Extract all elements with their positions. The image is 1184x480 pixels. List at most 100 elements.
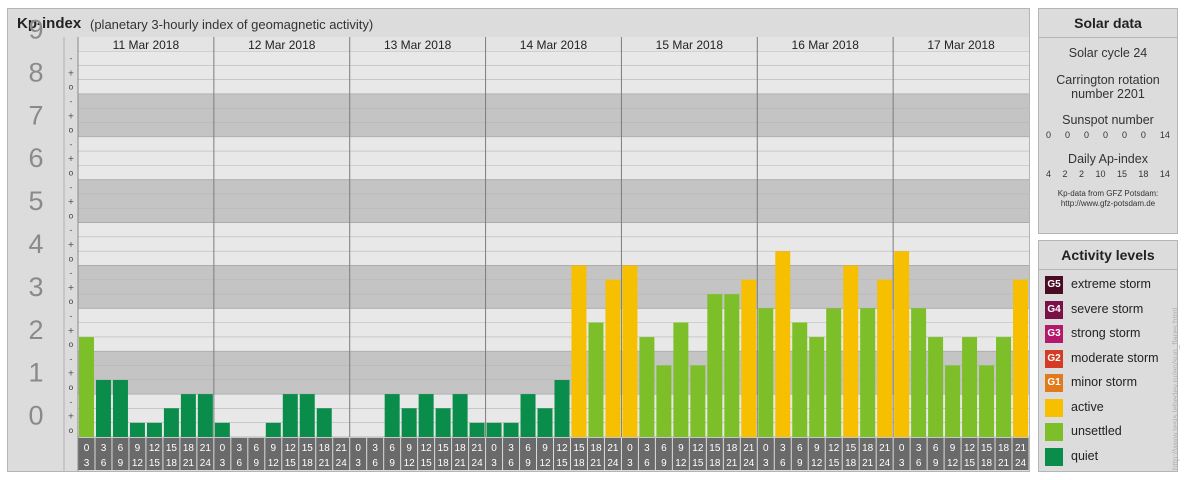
legend-label: quiet	[1071, 448, 1099, 463]
legend-label: active	[1071, 399, 1104, 414]
hour-start-label: 3	[101, 443, 107, 454]
sunspot-value: 14	[1159, 130, 1170, 140]
kp-bar	[163, 408, 179, 437]
y-minor-tick: o	[69, 83, 74, 92]
legend-label: severe storm	[1071, 301, 1144, 316]
hour-end-label: 3	[627, 458, 633, 469]
kp-bar	[503, 422, 519, 437]
kp-bar	[384, 394, 400, 437]
y-tick-label: 3	[28, 272, 43, 302]
y-tick-label: 0	[28, 401, 43, 431]
kp-bar	[894, 251, 910, 437]
hour-start-label: 18	[590, 443, 602, 454]
hour-start-label: 12	[964, 443, 976, 454]
ap-value: 2	[1062, 169, 1068, 179]
hour-start-label: 15	[573, 443, 585, 454]
ap-value: 2	[1078, 169, 1084, 179]
kp-bar	[452, 394, 468, 437]
sunspot-values: 0 0 0 0 0 0 14	[1039, 130, 1177, 140]
kp-bar	[843, 265, 859, 437]
hour-start-label: 21	[607, 443, 619, 454]
legend-swatch: G2	[1045, 349, 1063, 368]
hour-end-label: 3	[491, 458, 497, 469]
date-label: 15 Mar 2018	[656, 38, 724, 52]
hour-start-label: 0	[220, 443, 226, 454]
hour-end-label: 18	[981, 458, 993, 469]
kp-bar	[401, 408, 417, 437]
date-label: 16 Mar 2018	[792, 38, 860, 52]
hour-start-label: 3	[372, 443, 378, 454]
hour-end-label: 24	[336, 458, 348, 469]
hour-start-label: 21	[472, 443, 484, 454]
kp-bar	[928, 337, 944, 437]
y-tick-label: 5	[28, 186, 43, 216]
hour-end-label: 9	[118, 458, 124, 469]
sunspot-title: Sunspot number	[1062, 113, 1154, 127]
legend-label: moderate storm	[1071, 350, 1159, 365]
legend-label: unsettled	[1071, 424, 1122, 438]
hour-start-label: 0	[491, 443, 497, 454]
hour-end-label: 3	[763, 458, 769, 469]
hour-end-label: 21	[319, 458, 331, 469]
y-minor-tick: -	[70, 397, 73, 406]
hour-start-label: 18	[183, 443, 195, 454]
kp-bar	[146, 422, 162, 437]
kp-bar	[996, 337, 1012, 437]
kp-bar	[945, 365, 961, 437]
hour-end-label: 6	[644, 458, 650, 469]
hour-end-label: 21	[998, 458, 1010, 469]
hour-end-label: 12	[268, 458, 280, 469]
hour-start-label: 9	[406, 443, 412, 454]
hour-start-label: 3	[780, 443, 786, 454]
kp-bar	[724, 294, 740, 437]
y-tick-label: 9	[28, 15, 43, 45]
kp-bar	[299, 394, 315, 437]
hour-start-label: 3	[644, 443, 650, 454]
kp-bar	[622, 265, 638, 437]
hour-end-label: 21	[590, 458, 602, 469]
legend-swatch	[1045, 447, 1063, 466]
y-tick-label: 1	[28, 358, 43, 388]
hour-end-label: 21	[862, 458, 874, 469]
hour-end-label: 15	[964, 458, 976, 469]
hour-start-label: 0	[355, 443, 361, 454]
hour-end-label: 9	[254, 458, 260, 469]
sunspot-value: 0	[1064, 130, 1070, 140]
hour-start-label: 18	[726, 443, 738, 454]
hour-start-label: 12	[556, 443, 568, 454]
legend-swatch	[1045, 423, 1063, 441]
solar-data-panel: Solar data Solar cycle 24 Carrington rot…	[1038, 8, 1178, 234]
y-minor-tick: o	[69, 211, 74, 220]
kp-bar	[129, 422, 145, 437]
date-label: 11 Mar 2018	[113, 38, 180, 52]
legend-swatch: G4	[1045, 300, 1063, 319]
ap-value: 10	[1095, 169, 1106, 179]
hour-end-label: 12	[947, 458, 959, 469]
y-minor-tick: -	[70, 54, 73, 63]
y-tick-label: 7	[28, 100, 43, 130]
legend-label: extreme storm	[1071, 277, 1151, 291]
kp-bar	[826, 308, 842, 437]
hour-start-label: 6	[254, 443, 260, 454]
hour-start-label: 15	[438, 443, 450, 454]
hour-start-label: 6	[797, 443, 803, 454]
y-tick-label: 8	[28, 57, 43, 87]
kp-bar	[316, 408, 332, 437]
date-label: 14 Mar 2018	[520, 38, 588, 52]
date-label: 13 Mar 2018	[384, 38, 452, 52]
hour-end-label: 24	[472, 458, 484, 469]
hour-start-label: 18	[319, 443, 331, 454]
y-minor-tick: o	[69, 126, 74, 135]
kp-bar	[792, 322, 808, 437]
kp-band	[78, 93, 1029, 137]
hour-start-label: 18	[862, 443, 874, 454]
y-minor-tick: +	[68, 283, 75, 292]
hour-end-label: 6	[101, 458, 107, 469]
hour-start-label: 12	[828, 443, 840, 454]
kp-bar	[282, 394, 298, 437]
kp-band	[78, 136, 1029, 180]
hour-end-label: 15	[556, 458, 568, 469]
kp-bar	[214, 422, 230, 437]
kp-bar	[758, 308, 774, 437]
hour-end-label: 15	[285, 458, 297, 469]
